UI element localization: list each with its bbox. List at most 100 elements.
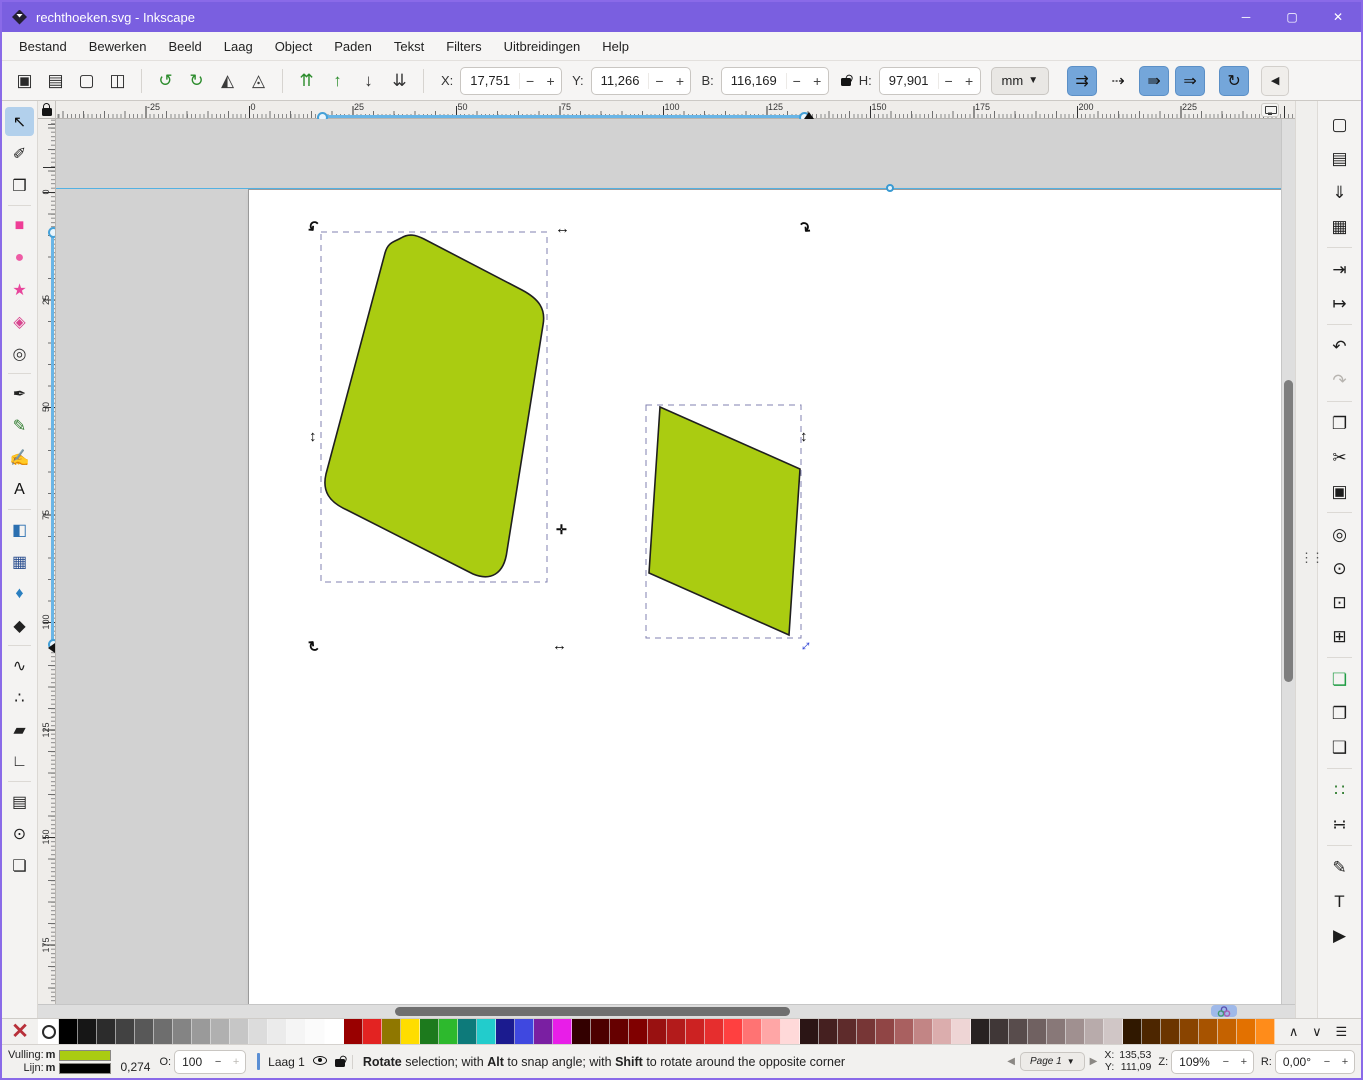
stroke-width-value[interactable]: 0,274 [120, 1060, 150, 1074]
ellipse-tool[interactable]: ● [5, 243, 34, 272]
height-value[interactable]: 97,901 [880, 73, 938, 88]
color-swatch[interactable] [78, 1019, 97, 1044]
select-bbox-icon[interactable]: ◫ [103, 66, 132, 95]
cut-button[interactable]: ✂ [1324, 442, 1355, 473]
palette-scroll-down-button[interactable]: ∨ [1312, 1024, 1322, 1040]
x-field[interactable]: 17,751 − + [460, 66, 563, 95]
raise-to-top-icon[interactable]: ⇈ [292, 66, 321, 95]
y-field[interactable]: 11,266 − + [590, 66, 692, 95]
color-swatch[interactable] [1199, 1019, 1218, 1044]
opacity-decrement[interactable]: − [209, 1056, 227, 1068]
zoom-tool[interactable]: ⊙ [5, 819, 34, 848]
deselect-icon[interactable]: ▢ [72, 66, 101, 95]
menu-item[interactable]: Filters [435, 34, 492, 59]
snap-toggle-button[interactable]: ↻ [1219, 65, 1250, 96]
unset-color-swatch[interactable] [38, 1019, 59, 1044]
selector-tool[interactable]: ↖ [5, 107, 34, 136]
color-swatch[interactable] [59, 1019, 78, 1044]
color-swatch[interactable] [686, 1019, 705, 1044]
color-swatch[interactable] [268, 1019, 287, 1044]
rounded-parallelogram-shape[interactable] [324, 234, 545, 578]
color-swatch[interactable] [781, 1019, 800, 1044]
width-field[interactable]: 116,169 − + [720, 66, 829, 95]
zoom-drawing-button[interactable]: ⊙ [1324, 553, 1355, 584]
color-swatch[interactable] [192, 1019, 211, 1044]
color-swatch[interactable] [1161, 1019, 1180, 1044]
eraser-tool[interactable]: ▰ [5, 715, 34, 744]
unit-dropdown[interactable]: mm ▼ [990, 66, 1050, 95]
color-swatch[interactable] [401, 1019, 420, 1044]
raise-icon[interactable]: ↑ [323, 66, 352, 95]
minimize-button[interactable]: ─ [1223, 2, 1269, 32]
color-swatch[interactable] [1066, 1019, 1085, 1044]
spray-tool[interactable]: ∴ [5, 683, 34, 712]
scale-corners-toggle[interactable]: ⇢ [1103, 66, 1133, 96]
menu-item[interactable]: Bewerken [78, 34, 158, 59]
rotation-field[interactable]: 0,00° − + [1274, 1049, 1355, 1074]
zoom-value[interactable]: 109% [1172, 1055, 1217, 1069]
copy-button[interactable]: ❐ [1324, 401, 1355, 439]
canvas[interactable]: ↶ ↔ ↷ ↕ ↕ ✛ ↷ ↔ ↔ [56, 119, 1281, 1004]
shape-builder-tool[interactable]: ❒ [5, 171, 34, 200]
previous-page-button[interactable]: ◀ [1007, 1056, 1015, 1067]
color-swatch[interactable] [458, 1019, 477, 1044]
skew-handle-bottom[interactable]: ↔ [552, 638, 567, 653]
color-swatch[interactable] [933, 1019, 952, 1044]
menu-item[interactable]: Uitbreidingen [493, 34, 592, 59]
menu-item[interactable]: Bestand [8, 34, 78, 59]
pencil-tool[interactable]: ✎ [5, 411, 34, 440]
color-swatch[interactable] [762, 1019, 781, 1044]
color-swatch[interactable] [382, 1019, 401, 1044]
zoom-center-page-button[interactable]: ⊞ [1324, 621, 1355, 652]
color-swatch[interactable] [306, 1019, 325, 1044]
text-tool[interactable]: A [5, 475, 34, 504]
color-swatch[interactable] [496, 1019, 515, 1044]
color-swatch[interactable] [1237, 1019, 1256, 1044]
dropper-tool[interactable]: ♦ [5, 579, 34, 608]
save-document-button[interactable]: ⇓ [1324, 177, 1355, 208]
opacity-field[interactable]: 100 − + [174, 1049, 247, 1074]
color-swatch[interactable] [952, 1019, 971, 1044]
width-increment[interactable]: + [807, 73, 828, 89]
node-tool[interactable]: ✐ [5, 139, 34, 168]
rotation-center-mark[interactable]: ✛ [556, 523, 567, 536]
display-mode-icon[interactable] [1261, 103, 1279, 117]
color-swatch[interactable] [211, 1019, 230, 1044]
height-field[interactable]: 97,901 − + [878, 66, 981, 95]
x-decrement[interactable]: − [519, 72, 540, 89]
zoom-field[interactable]: 109% − + [1171, 1049, 1254, 1074]
panel-grip-handle[interactable]: ⋮⋮ [1300, 550, 1324, 566]
fill-color-swatch[interactable] [59, 1049, 112, 1061]
color-swatch[interactable] [800, 1019, 819, 1044]
color-swatch[interactable] [230, 1019, 249, 1044]
maximize-button[interactable]: ▢ [1269, 2, 1315, 32]
import-button[interactable]: ⇥ [1324, 247, 1355, 285]
color-swatch[interactable] [591, 1019, 610, 1044]
rotation-decrement[interactable]: − [1318, 1056, 1336, 1068]
color-swatch[interactable] [135, 1019, 154, 1044]
opacity-value[interactable]: 100 [175, 1055, 209, 1069]
flip-horizontal-icon[interactable]: ◭ [213, 66, 242, 95]
redo-button[interactable]: ↷ [1324, 365, 1355, 396]
color-swatch[interactable] [629, 1019, 648, 1044]
color-swatch[interactable] [477, 1019, 496, 1044]
fill-stroke-dialog-button[interactable]: ✎ [1324, 845, 1355, 883]
color-swatch[interactable] [363, 1019, 382, 1044]
menu-item[interactable]: Object [264, 34, 324, 59]
lock-ratio-icon[interactable] [840, 73, 851, 89]
rotate-cw-icon[interactable]: ↻ [182, 66, 211, 95]
color-swatch[interactable] [534, 1019, 553, 1044]
color-swatch[interactable] [553, 1019, 572, 1044]
color-swatch[interactable] [990, 1019, 1009, 1044]
duplicate-button[interactable]: ❏ [1324, 657, 1355, 695]
x-increment[interactable]: + [540, 73, 561, 89]
layer-visibility-eye-icon[interactable] [312, 1055, 327, 1068]
menu-item[interactable]: Help [591, 34, 640, 59]
toolbar-collapse-button[interactable]: ◀ [1261, 65, 1290, 96]
zoom-decrement[interactable]: − [1217, 1056, 1235, 1068]
measure-tool[interactable]: ▤ [5, 781, 34, 816]
opacity-increment[interactable]: + [227, 1056, 245, 1068]
color-swatch[interactable] [876, 1019, 895, 1044]
color-swatch[interactable] [895, 1019, 914, 1044]
print-button[interactable]: ▦ [1324, 211, 1355, 242]
